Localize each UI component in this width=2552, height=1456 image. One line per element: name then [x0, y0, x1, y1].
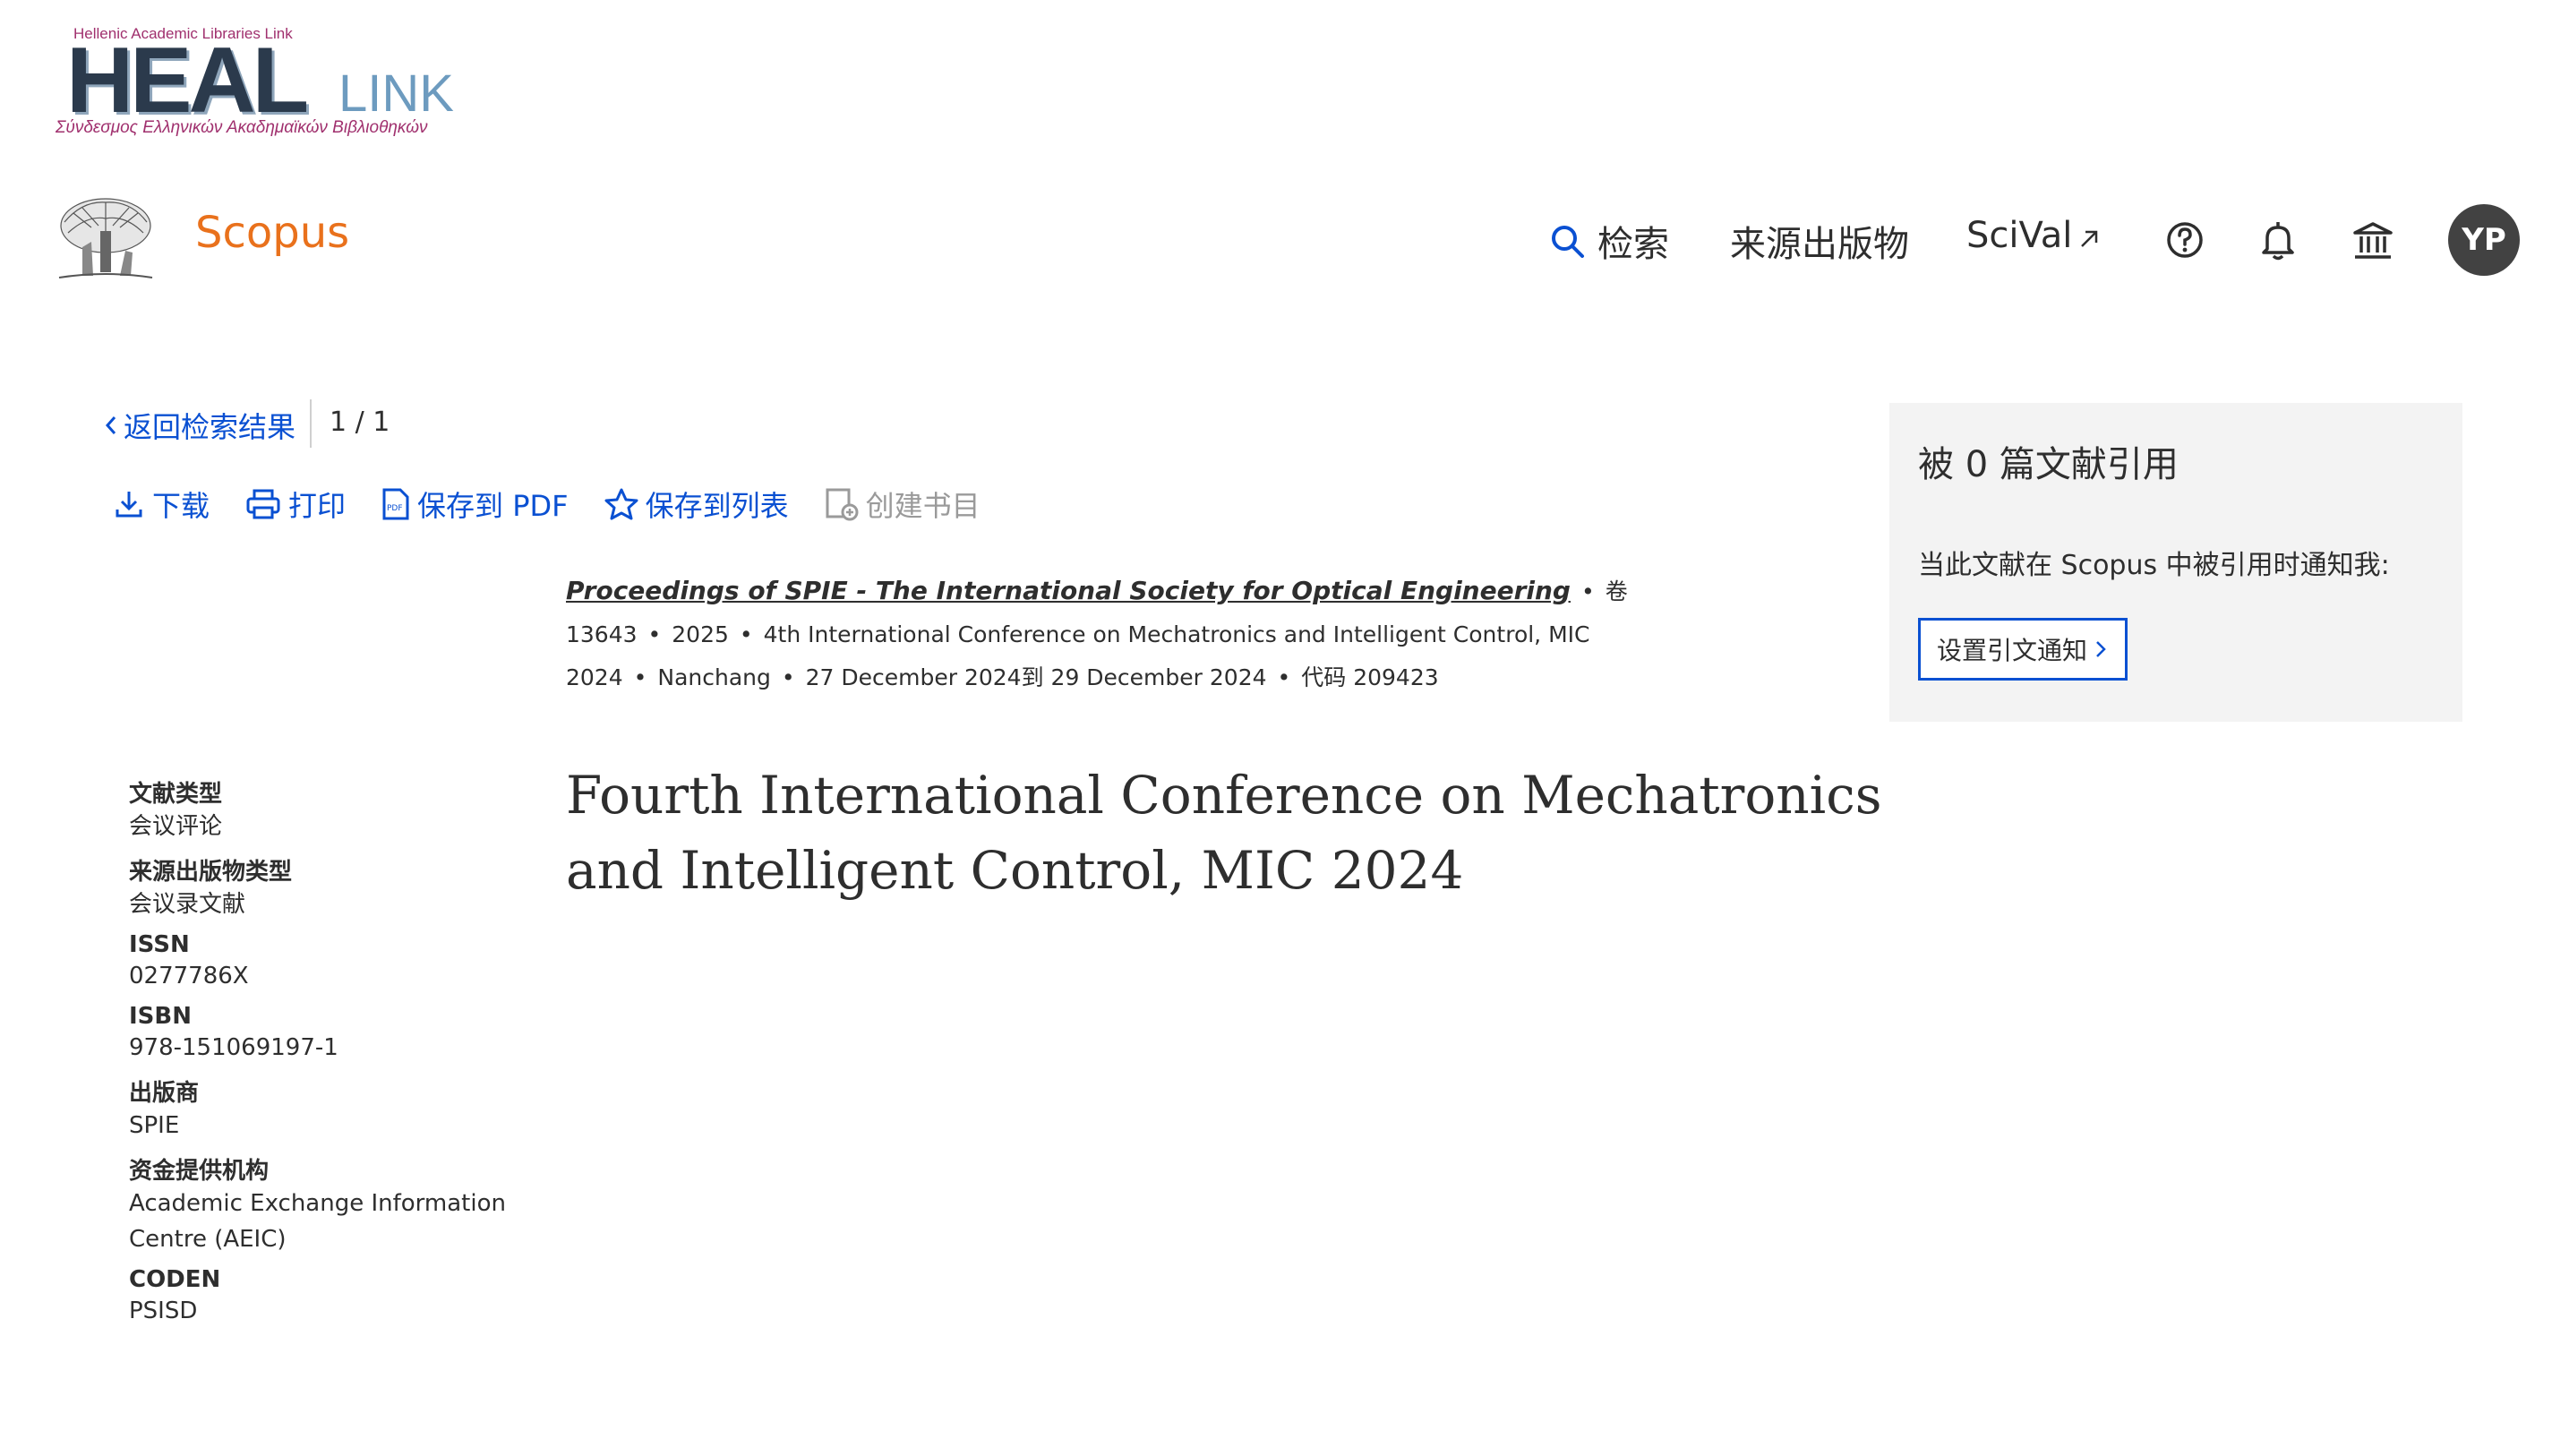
back-to-results-label: 返回检索结果 — [124, 410, 296, 444]
nav-scival-label: SciVal — [1966, 215, 2073, 256]
document-title: Fourth International Conference on Mecha… — [566, 765, 1882, 901]
meta-label-source-type: 来源出版物类型 — [129, 859, 293, 886]
back-to-results-link[interactable]: 返回检索结果 — [102, 405, 295, 446]
download-label: 下载 — [152, 489, 210, 523]
star-icon — [604, 488, 638, 520]
pdf-icon: PDF — [382, 488, 409, 520]
user-avatar[interactable]: YP — [2448, 204, 2520, 276]
citation-panel: 被 0 篇文献引用 当此文献在 Scopus 中被引用时通知我: 设置引文通知 — [1889, 403, 2462, 722]
meta-label-publisher: 出版商 — [129, 1080, 200, 1107]
download-icon — [116, 492, 142, 518]
meta-value-isbn: 978-151069197-1 — [129, 1034, 338, 1061]
save-to-list-label: 保存到列表 — [645, 489, 789, 523]
source-year: 2025 — [672, 621, 729, 647]
search-icon — [1552, 226, 1584, 258]
chevron-right-icon — [2096, 641, 2106, 657]
heal-link-logo: Hellenic Academic Libraries Link HEAL LI… — [54, 21, 454, 140]
nav-scival[interactable]: SciVal — [1966, 215, 2101, 256]
meta-label-issn: ISSN — [129, 931, 190, 958]
cited-by-count: 被 0 篇文献引用 — [1918, 444, 2179, 485]
meta-value-coden: PSISD — [129, 1298, 198, 1324]
print-label: 打印 — [288, 489, 347, 523]
meta-value-issn: 0277786X — [129, 963, 249, 989]
heal-logo-sub-text: Σύνδεσμος Ελληνικών Ακαδημαϊκών Βιβλιοθη… — [56, 118, 428, 137]
create-bibliography-label: 创建书目 — [865, 489, 981, 523]
save-to-list-button[interactable]: 保存到列表 — [604, 484, 789, 525]
meta-label-funding: 资金提供机构 — [129, 1158, 270, 1185]
printer-icon — [246, 489, 280, 519]
institution-icon — [2353, 222, 2393, 259]
svg-text:PDF: PDF — [387, 504, 403, 513]
save-pdf-button[interactable]: PDF 保存到 PDF — [381, 484, 569, 525]
print-button[interactable]: 打印 — [245, 484, 346, 525]
chevron-left-icon — [105, 416, 116, 434]
pager-divider — [310, 399, 312, 448]
nav-search[interactable]: 检索 — [1549, 215, 1669, 267]
help-icon — [2167, 222, 2203, 258]
document-metadata: 文献类型 会议评论 来源出版物类型 会议录文献 ISSN 0277786X IS… — [129, 767, 523, 1338]
source-info: Proceedings of SPIE - The International … — [566, 576, 1628, 690]
nav-sources[interactable]: 来源出版物 — [1730, 215, 1909, 267]
document-toolbar: 下载 打印 PDF 保存到 PDF 保存到列表 创建书目 — [113, 484, 1016, 525]
download-button[interactable]: 下载 — [113, 484, 210, 525]
set-citation-alert-label: 设置引文通知 — [1937, 636, 2088, 665]
source-dates: 27 December 2024到 29 December 2024 — [805, 664, 1267, 690]
source-title-link[interactable]: Proceedings of SPIE - The International … — [566, 576, 1571, 605]
heal-logo-big-text: HEAL — [66, 29, 309, 133]
result-pager: 1 / 1 — [330, 407, 390, 438]
meta-value-publisher: SPIE — [129, 1112, 180, 1139]
citation-alert-text: 当此文献在 Scopus 中被引用时通知我: — [1918, 550, 2390, 581]
meta-value-source-type: 会议录文献 — [129, 891, 246, 918]
institution-button[interactable] — [2351, 218, 2394, 261]
save-pdf-label: 保存到 PDF — [417, 489, 569, 523]
scopus-brand[interactable]: Scopus — [195, 208, 349, 258]
meta-label-doc-type: 文献类型 — [129, 781, 223, 808]
nav-sources-label: 来源出版物 — [1730, 224, 1909, 265]
help-button[interactable] — [2163, 218, 2206, 261]
heal-logo-link-text: LINK — [338, 64, 454, 123]
set-citation-alert-button[interactable]: 设置引文通知 — [1918, 618, 2128, 681]
nav-search-label: 检索 — [1597, 224, 1669, 265]
source-location: Nanchang — [657, 664, 771, 690]
bibliography-icon — [826, 488, 859, 521]
external-link-icon — [2081, 230, 2098, 247]
create-bibliography-button[interactable]: 创建书目 — [825, 484, 981, 525]
notifications-button[interactable] — [2257, 218, 2299, 261]
meta-label-coden: CODEN — [129, 1266, 221, 1293]
elsevier-tree-logo[interactable] — [56, 195, 156, 285]
meta-value-doc-type: 会议评论 — [129, 813, 223, 840]
meta-value-funding: Academic Exchange Information Centre (AE… — [129, 1190, 506, 1253]
meta-label-isbn: ISBN — [129, 1003, 192, 1030]
source-code: 代码 209423 — [1301, 664, 1439, 690]
bell-icon — [2262, 222, 2294, 261]
